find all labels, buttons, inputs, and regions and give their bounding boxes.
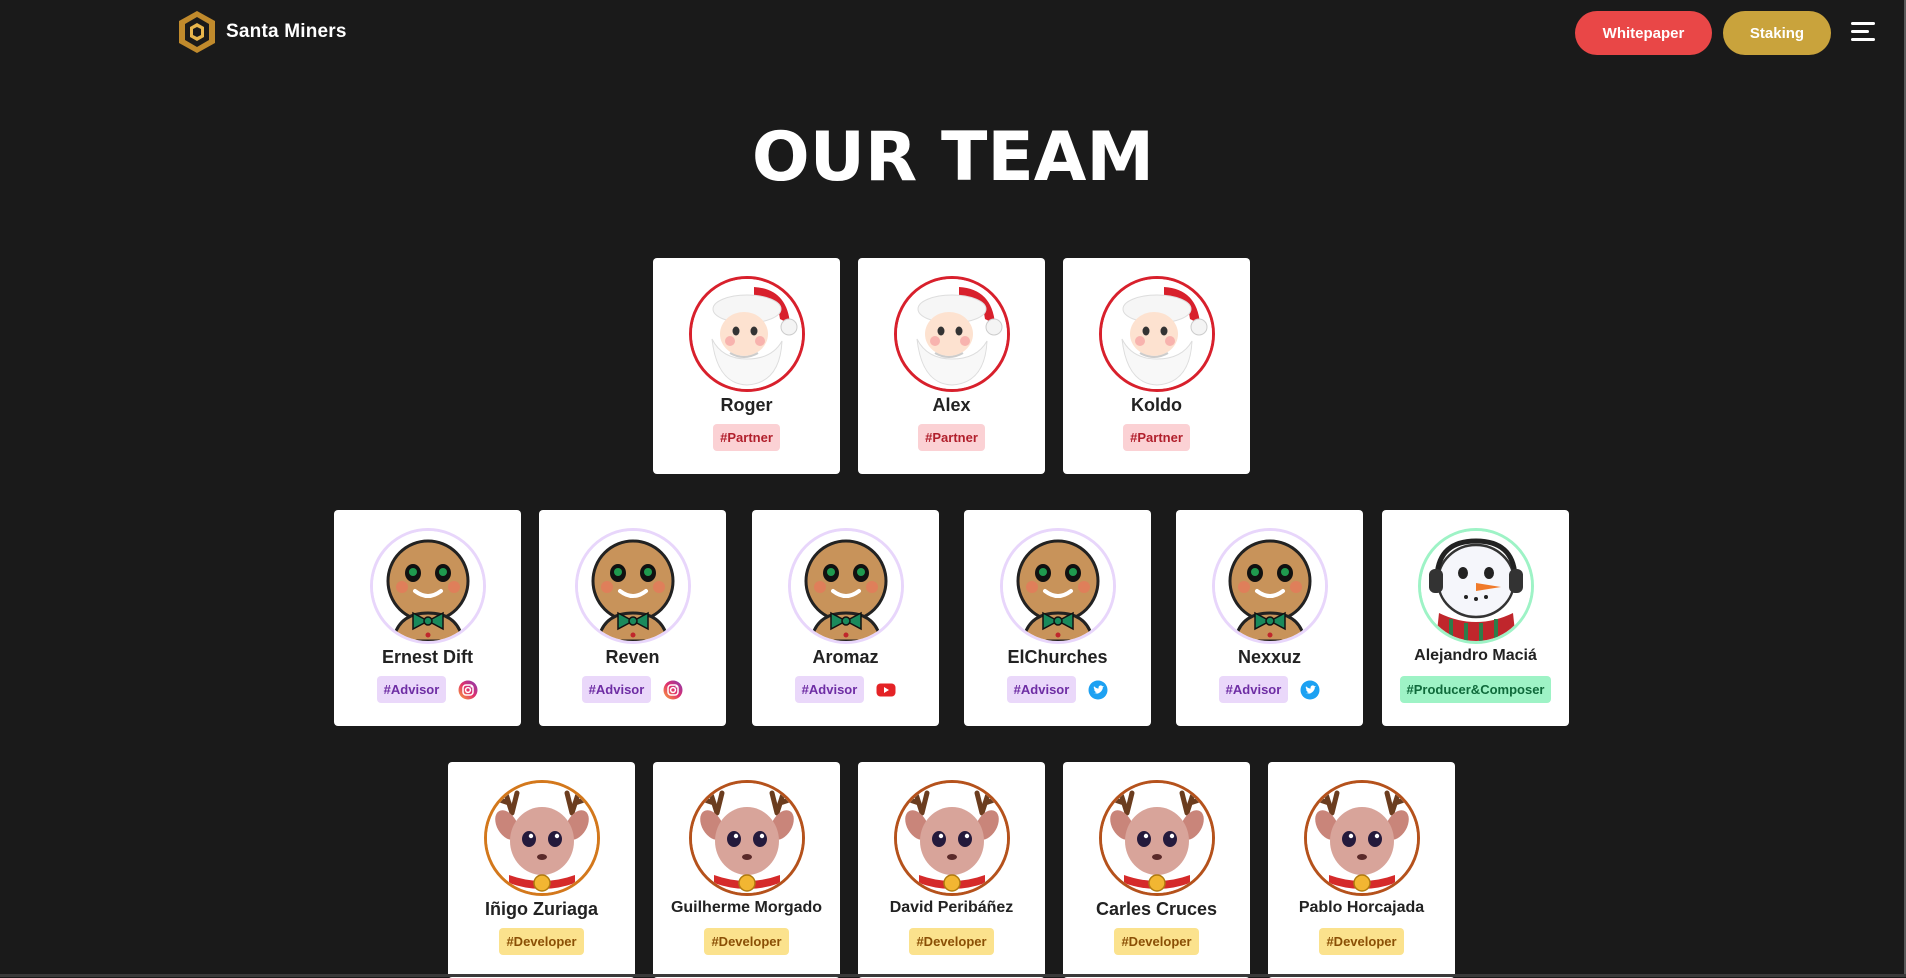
member-name: Alex <box>932 395 971 415</box>
member-avatar <box>575 528 691 644</box>
member-tags: #Producer&Composer <box>1382 676 1569 703</box>
team-card: Roger #Partner <box>653 258 840 474</box>
role-badge: #Developer <box>909 928 994 955</box>
youtube-icon[interactable] <box>876 680 896 700</box>
role-badge: #Producer&Composer <box>1399 676 1552 703</box>
member-name: Iñigo Zuriaga <box>484 899 598 919</box>
team-card: Guilherme Morgado #Developer <box>653 762 840 978</box>
team-card: Alejandro Maciá #Producer&Composer <box>1382 510 1569 726</box>
role-badge: #Developer <box>1114 928 1199 955</box>
member-avatar <box>1304 780 1420 896</box>
team-card: Ernest Dift #Advisor <box>334 510 521 726</box>
team-card: David Peribáñez #Developer <box>858 762 1045 978</box>
role-badge: #Partner <box>1123 424 1190 451</box>
member-name: Nexxuz <box>1237 647 1302 667</box>
role-badge: #Advisor <box>1218 676 1289 703</box>
team-card: Iñigo Zuriaga #Developer <box>448 762 635 978</box>
whitepaper-button[interactable]: Whitepaper <box>1575 11 1712 55</box>
team-card: Pablo Horcajada #Developer <box>1268 762 1455 978</box>
member-name: Guilherme Morgado <box>670 899 823 916</box>
role-badge: #Advisor <box>581 676 652 703</box>
twitter-icon[interactable] <box>1300 680 1320 700</box>
role-badge: #Partner <box>918 424 985 451</box>
member-avatar <box>1418 528 1534 644</box>
role-badge: #Advisor <box>794 676 865 703</box>
brand-name: Santa Miners <box>226 21 347 42</box>
member-avatar <box>689 276 805 392</box>
team-card: Nexxuz #Advisor <box>1176 510 1363 726</box>
role-badge: #Partner <box>713 424 780 451</box>
member-name: ElChurches <box>1007 647 1108 667</box>
team-card: ElChurches #Advisor <box>964 510 1151 726</box>
member-avatar <box>484 780 600 896</box>
member-avatar <box>1212 528 1328 644</box>
role-badge: #Advisor <box>376 676 447 703</box>
twitter-icon[interactable] <box>1088 680 1108 700</box>
role-badge: #Developer <box>1319 928 1404 955</box>
role-badge: #Developer <box>704 928 789 955</box>
role-badge: #Developer <box>499 928 584 955</box>
page-title: OUR TEAM <box>751 118 1155 197</box>
member-name: Carles Cruces <box>1095 899 1218 919</box>
member-avatar <box>1000 528 1116 644</box>
member-tags: #Partner <box>858 424 1045 451</box>
member-name: Aromaz <box>812 647 879 667</box>
member-tags: #Advisor <box>539 676 726 703</box>
member-name: David Peribáñez <box>889 899 1014 916</box>
staking-button[interactable]: Staking <box>1723 11 1831 55</box>
member-tags: #Advisor <box>1176 676 1363 703</box>
logo-icon <box>179 11 215 53</box>
member-tags: #Developer <box>653 928 840 955</box>
member-avatar <box>689 780 805 896</box>
member-avatar <box>894 276 1010 392</box>
team-card: Carles Cruces #Developer <box>1063 762 1250 978</box>
member-tags: #Advisor <box>752 676 939 703</box>
member-avatar <box>788 528 904 644</box>
member-tags: #Advisor <box>964 676 1151 703</box>
member-tags: #Developer <box>448 928 635 955</box>
member-avatar <box>1099 276 1215 392</box>
member-name: Alejandro Maciá <box>1414 647 1537 664</box>
member-tags: #Partner <box>1063 424 1250 451</box>
member-name: Pablo Horcajada <box>1298 899 1425 916</box>
team-card: Reven #Advisor <box>539 510 726 726</box>
instagram-icon[interactable] <box>663 680 683 700</box>
team-card: Koldo #Partner <box>1063 258 1250 474</box>
member-avatar <box>1099 780 1215 896</box>
member-name: Ernest Dift <box>381 647 473 667</box>
team-card: Aromaz #Advisor <box>752 510 939 726</box>
team-card: Alex #Partner <box>858 258 1045 474</box>
member-tags: #Partner <box>653 424 840 451</box>
member-tags: #Advisor <box>334 676 521 703</box>
member-avatar <box>370 528 486 644</box>
member-name: Roger <box>720 395 773 415</box>
member-tags: #Developer <box>858 928 1045 955</box>
member-tags: #Developer <box>1063 928 1250 955</box>
member-tags: #Developer <box>1268 928 1455 955</box>
member-avatar <box>894 780 1010 896</box>
instagram-icon[interactable] <box>458 680 478 700</box>
brand-logo[interactable]: Santa Miners <box>176 9 347 55</box>
role-badge: #Advisor <box>1006 676 1077 703</box>
member-name: Reven <box>605 647 660 667</box>
member-name: Koldo <box>1131 395 1182 415</box>
hamburger-menu-icon[interactable] <box>1851 20 1875 44</box>
